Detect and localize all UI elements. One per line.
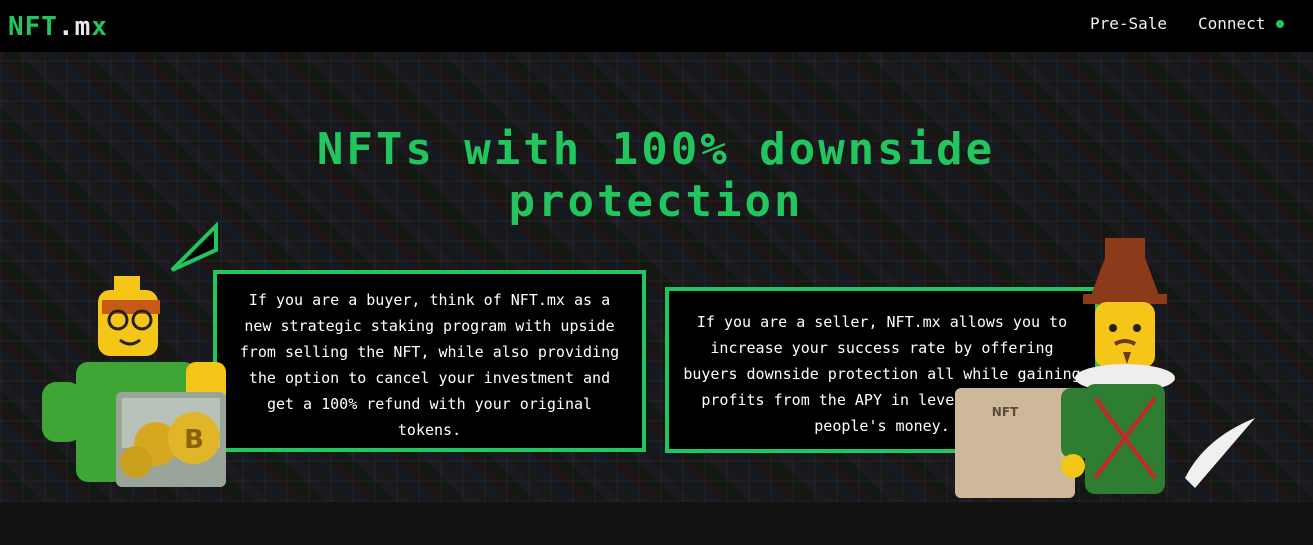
logo-text-m: .m — [57, 12, 92, 42]
hero-headline: NFTs with 100% downside protection — [316, 124, 996, 227]
svg-text:B: B — [184, 425, 204, 455]
buyer-speech-box: If you are a buyer, think of NFT.mx as a… — [213, 270, 646, 452]
logo-text-nft: NFT — [8, 12, 58, 42]
lego-buyer-figure: B — [42, 276, 226, 487]
nav-presale-link[interactable]: Pre-Sale — [1090, 14, 1167, 34]
page-bottom-band — [0, 502, 1313, 545]
hero-section: NFTs with 100% downside protection If yo… — [0, 52, 1313, 502]
top-nav: NFT.mx Pre-Sale Connect — [0, 0, 1313, 52]
svg-text:NFT: NFT — [992, 405, 1019, 419]
brand-logo[interactable]: NFT.mx — [8, 10, 108, 44]
lego-seller-figure: NFT — [955, 238, 1255, 498]
status-dot-icon — [1276, 20, 1284, 28]
logo-text-x: x — [91, 12, 108, 42]
nav-connect-link[interactable]: Connect — [1198, 14, 1265, 34]
